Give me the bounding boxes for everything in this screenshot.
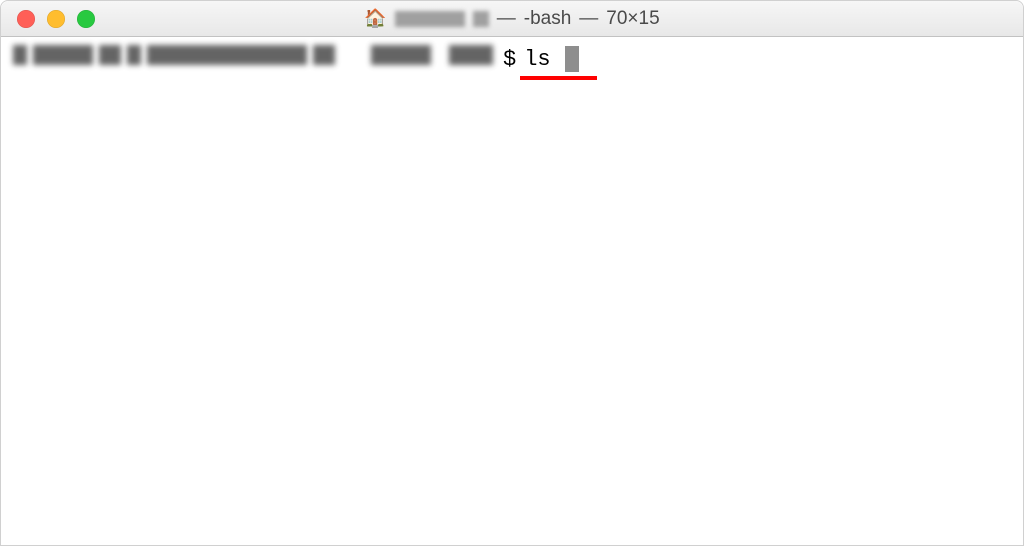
- obscured-text: [473, 11, 489, 27]
- prompt-line: $ ls: [13, 45, 1011, 75]
- obscured-text: [127, 45, 141, 65]
- obscured-text: [371, 45, 431, 65]
- obscured-text: [13, 45, 27, 65]
- title-process: -bash: [524, 8, 572, 30]
- minimize-button[interactable]: [47, 10, 65, 28]
- window-controls: [1, 10, 95, 28]
- close-button[interactable]: [17, 10, 35, 28]
- annotation-underline: [520, 76, 597, 80]
- obscured-text: [395, 11, 465, 27]
- title-dash: —: [497, 8, 516, 30]
- command-input[interactable]: ls: [524, 46, 579, 75]
- home-icon: 🏠: [364, 8, 386, 29]
- obscured-text: [313, 45, 335, 65]
- title-dimensions: 70×15: [606, 8, 659, 30]
- prompt-symbol: $: [503, 46, 516, 75]
- maximize-button[interactable]: [77, 10, 95, 28]
- cursor: [565, 46, 579, 72]
- window-title-bar: 🏠 — -bash — 70×15: [1, 1, 1023, 37]
- obscured-text: [33, 45, 93, 65]
- title-dash: —: [579, 8, 598, 30]
- obscured-text: [449, 45, 493, 65]
- obscured-text: [147, 45, 307, 65]
- command-text: ls: [524, 47, 550, 72]
- obscured-text: [99, 45, 121, 65]
- terminal-area[interactable]: $ ls: [1, 37, 1023, 545]
- window-title: 🏠 — -bash — 70×15: [1, 8, 1023, 30]
